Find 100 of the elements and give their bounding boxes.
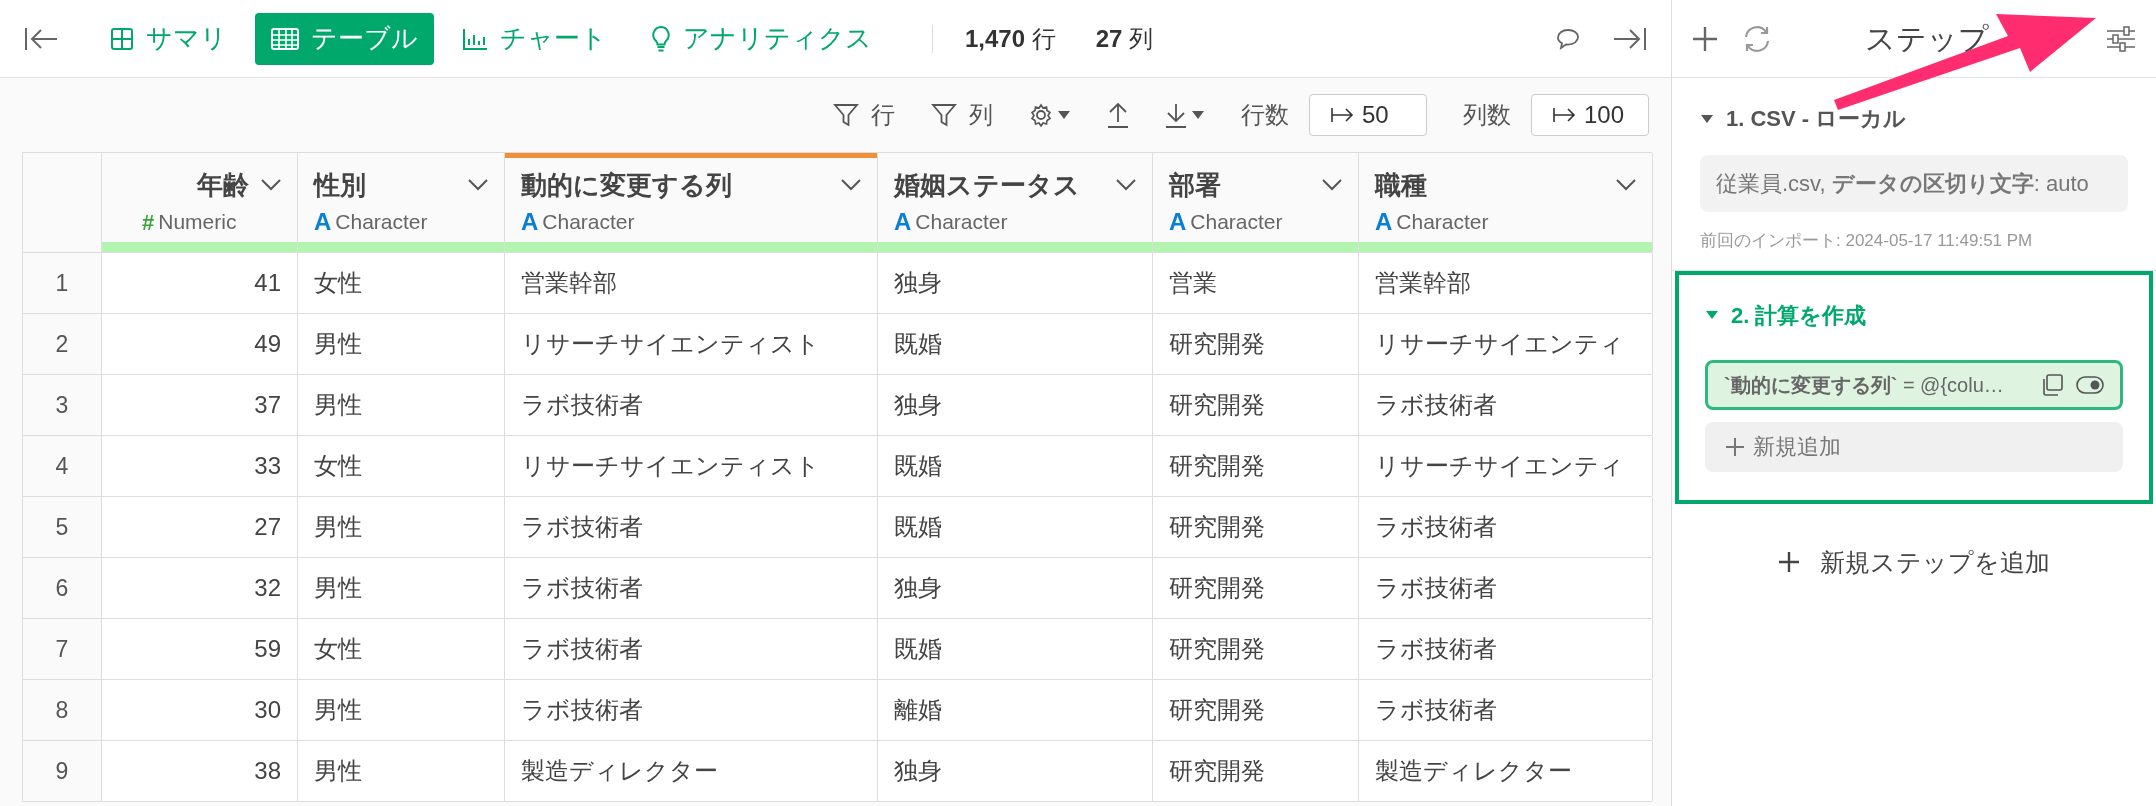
column-header[interactable]: 職種 A Character bbox=[1359, 153, 1653, 252]
chevron-down-icon bbox=[1322, 179, 1342, 191]
sliders-icon bbox=[2106, 25, 2136, 52]
table-cell: 既婚 bbox=[878, 314, 1153, 374]
settings-sliders-button[interactable] bbox=[2106, 25, 2136, 52]
table-cell: リサーチサイエンティスト bbox=[505, 314, 878, 374]
table-cell: 研究開発 bbox=[1153, 436, 1359, 496]
table-cell: ラボ技術者 bbox=[505, 497, 878, 557]
table-cell: 既婚 bbox=[878, 619, 1153, 679]
table-cell: 男性 bbox=[298, 680, 505, 740]
row-filter-button[interactable]: 行 bbox=[825, 97, 903, 133]
speech-bubble-icon bbox=[1555, 26, 1581, 51]
formula-text: `動的に変更する列` = @{colu… bbox=[1724, 372, 2005, 398]
table-cell: ラボ技術者 bbox=[505, 375, 878, 435]
table-cell: 研究開発 bbox=[1153, 558, 1359, 618]
column-header[interactable]: 部署 A Character bbox=[1153, 153, 1359, 252]
table-cell: 41 bbox=[102, 253, 298, 313]
table-cell: 独身 bbox=[878, 375, 1153, 435]
table-cell: リサーチサイエンティ bbox=[1359, 436, 1653, 496]
table-cell: 38 bbox=[102, 741, 298, 801]
table-cell: ラボ技術者 bbox=[505, 680, 878, 740]
column-header[interactable]: 動的に変更する列 A Character bbox=[505, 153, 878, 252]
arrow-right-icon bbox=[1552, 105, 1576, 125]
refresh-icon bbox=[1742, 24, 1772, 53]
columns-label: 列数 bbox=[1463, 100, 1511, 130]
table-cell: 男性 bbox=[298, 314, 505, 374]
table-cell: 独身 bbox=[878, 253, 1153, 313]
column-name: 部署 bbox=[1169, 168, 1221, 202]
table-cell: 27 bbox=[102, 497, 298, 557]
import-timestamp: 前回のインポート: 2024-05-17 11:49:51 PM bbox=[1700, 230, 2034, 252]
chevron-down-icon bbox=[1616, 179, 1636, 191]
arrow-left-bar-icon bbox=[24, 25, 58, 52]
column-type: Character bbox=[1396, 209, 1489, 236]
row-number: 2 bbox=[23, 314, 102, 374]
table-cell: 研究開発 bbox=[1153, 619, 1359, 679]
add-button[interactable] bbox=[1692, 25, 1718, 52]
column-name: 婚姻ステータス bbox=[894, 168, 1080, 202]
column-count: 27 列 bbox=[1095, 23, 1154, 54]
table-cell: ラボ技術者 bbox=[1359, 680, 1653, 740]
plus-icon bbox=[1692, 25, 1718, 52]
bar-chart-icon bbox=[462, 27, 488, 50]
caret-down-icon bbox=[1057, 110, 1071, 120]
table-cell: リサーチサイエンティ bbox=[1359, 314, 1653, 374]
type-symbol: A bbox=[1375, 207, 1393, 237]
row-number: 4 bbox=[23, 436, 102, 496]
grid-icon bbox=[110, 26, 134, 51]
column-header[interactable]: 婚姻ステータス A Character bbox=[878, 153, 1153, 252]
table-cell: 30 bbox=[102, 680, 298, 740]
plus-icon bbox=[1778, 551, 1800, 574]
table-cell: 製造ディレクター bbox=[505, 741, 878, 801]
arrow-right-bar-icon bbox=[1613, 25, 1647, 52]
table-cell: ラボ技術者 bbox=[505, 619, 878, 679]
column-name: 年齢 bbox=[197, 168, 249, 202]
caret-down-icon bbox=[1191, 110, 1205, 120]
table-cell: 男性 bbox=[298, 741, 505, 801]
caret-down-icon bbox=[1700, 112, 1714, 125]
table-cell: ラボ技術者 bbox=[1359, 619, 1653, 679]
formula-item[interactable]: `動的に変更する列` = @{colu… bbox=[1705, 359, 2123, 410]
table-cell: 研究開発 bbox=[1153, 375, 1359, 435]
funnel-icon bbox=[931, 103, 957, 127]
column-name: 職種 bbox=[1375, 168, 1427, 202]
column-filter-button[interactable]: 列 bbox=[923, 97, 1001, 133]
column-header[interactable]: 性別 A Character bbox=[298, 153, 505, 252]
type-symbol: A bbox=[894, 207, 912, 237]
type-symbol: A bbox=[314, 207, 332, 237]
column-header[interactable]: 年齢 # Numeric bbox=[102, 153, 298, 252]
selected-step-card[interactable]: 2. 計算を作成 `動的に変更する列` = @{colu… 新規追加 bbox=[1675, 270, 2153, 504]
table-cell: 37 bbox=[102, 375, 298, 435]
table-cell: 研究開発 bbox=[1153, 680, 1359, 740]
step-card[interactable]: 1. CSV - ローカル 従業員.csv, データの区切り文字: auto 前回のインポート: 2024-05-17 11:49:51 PM bbox=[1672, 78, 2156, 271]
table-icon bbox=[271, 27, 299, 50]
column-name: 性別 bbox=[314, 168, 366, 202]
copy-icon[interactable] bbox=[2040, 372, 2064, 397]
row-count: 1,470 行 bbox=[965, 23, 1056, 54]
step-title[interactable]: 1. CSV - ローカル bbox=[1700, 102, 1907, 135]
table-cell: 59 bbox=[102, 619, 298, 679]
table-cell: ラボ技術者 bbox=[1359, 558, 1653, 618]
row-number: 6 bbox=[23, 558, 102, 618]
chevron-down-icon bbox=[468, 179, 488, 191]
upload-icon bbox=[1107, 102, 1129, 128]
toggle-icon[interactable] bbox=[2076, 375, 2104, 394]
table-cell: 研究開発 bbox=[1153, 314, 1359, 374]
row-number: 1 bbox=[23, 253, 102, 313]
type-symbol: A bbox=[521, 207, 539, 237]
rows-limit-field[interactable]: 50 bbox=[1309, 94, 1427, 136]
refresh-button[interactable] bbox=[1742, 24, 1772, 53]
add-step-button[interactable]: 新規ステップを追加 bbox=[1778, 543, 2050, 581]
column-type: Character bbox=[915, 209, 1008, 236]
table-cell: 営業幹部 bbox=[1359, 253, 1653, 313]
step-summary[interactable]: 従業員.csv, データの区切り文字: auto bbox=[1700, 155, 2128, 212]
column-type: Character bbox=[335, 209, 428, 236]
table-cell: 独身 bbox=[878, 558, 1153, 618]
table-cell: ラボ技術者 bbox=[1359, 497, 1653, 557]
column-type: Numeric bbox=[158, 209, 237, 236]
row-number: 9 bbox=[23, 741, 102, 801]
row-number: 5 bbox=[23, 497, 102, 557]
table-cell: 33 bbox=[102, 436, 298, 496]
add-new-button[interactable]: 新規追加 bbox=[1705, 421, 2123, 472]
columns-limit-field[interactable]: 100 bbox=[1531, 94, 1649, 136]
lightbulb-icon bbox=[651, 24, 671, 53]
